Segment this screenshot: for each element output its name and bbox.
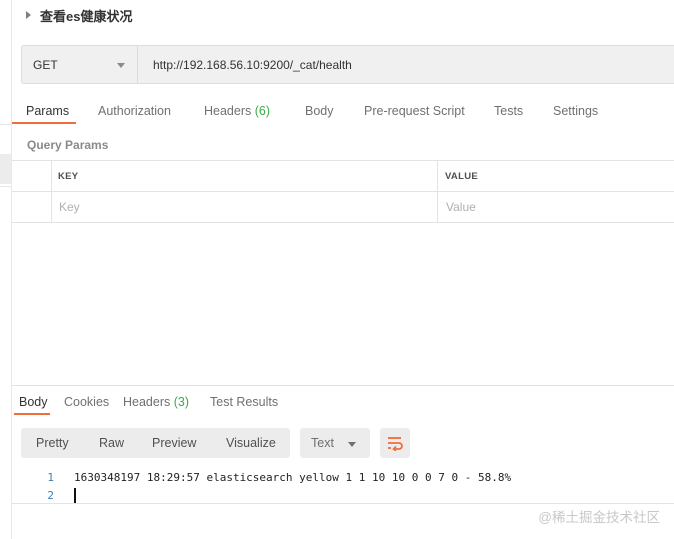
sidebar-divider	[0, 124, 11, 125]
chevron-down-icon	[117, 63, 125, 68]
pane-divider[interactable]	[11, 0, 12, 539]
query-params-label: Query Params	[27, 138, 109, 152]
param-value-input[interactable]: Value	[446, 200, 476, 214]
tab-headers[interactable]: Headers (6)	[204, 104, 270, 118]
active-response-tab-indicator	[14, 413, 50, 415]
format-label: Text	[311, 436, 334, 450]
table-border	[12, 160, 674, 161]
pretty-button[interactable]: Pretty	[36, 436, 69, 450]
request-title: 查看es健康状况	[40, 8, 133, 24]
response-divider[interactable]	[12, 385, 674, 386]
response-tab-body[interactable]: Body	[19, 395, 48, 409]
response-bottom-border	[12, 503, 674, 504]
response-tab-cookies[interactable]: Cookies	[64, 395, 109, 409]
response-tab-test-results[interactable]: Test Results	[210, 395, 278, 409]
url-input[interactable]: http://192.168.56.10:9200/_cat/health	[137, 45, 674, 84]
table-border	[51, 160, 52, 222]
column-header-key: KEY	[58, 171, 79, 182]
url-text: http://192.168.56.10:9200/_cat/health	[153, 57, 352, 72]
table-border	[437, 160, 438, 222]
postman-request-view: 查看es健康状况 GET http://192.168.56.10:9200/_…	[0, 0, 674, 539]
active-tab-indicator	[12, 122, 76, 124]
response-tab-headers-count: (3)	[173, 395, 190, 409]
tab-params[interactable]: Params	[26, 104, 69, 118]
wrap-lines-button[interactable]	[380, 428, 410, 458]
text-cursor	[74, 488, 76, 503]
line-number: 1	[47, 471, 54, 484]
raw-button[interactable]: Raw	[99, 436, 124, 450]
tab-authorization[interactable]: Authorization	[98, 104, 171, 118]
param-key-input[interactable]: Key	[59, 200, 80, 214]
format-select[interactable]: Text	[300, 428, 370, 458]
table-border	[12, 222, 674, 223]
request-header[interactable]: 查看es健康状况	[26, 5, 132, 25]
method-select[interactable]: GET	[21, 45, 137, 84]
sidebar-divider	[0, 186, 11, 187]
chevron-down-icon	[348, 442, 356, 447]
caret-right-icon[interactable]	[26, 11, 31, 19]
column-header-value: VALUE	[445, 171, 478, 182]
wrap-lines-icon	[388, 437, 403, 451]
preview-button[interactable]: Preview	[152, 436, 196, 450]
tab-tests[interactable]: Tests	[494, 104, 523, 118]
tab-settings[interactable]: Settings	[553, 104, 598, 118]
tab-headers-count: (6)	[254, 104, 271, 118]
response-tab-headers-label: Headers	[123, 395, 171, 409]
method-label: GET	[33, 57, 58, 72]
watermark: @稀土掘金技术社区	[538, 510, 660, 525]
tab-prerequest-script[interactable]: Pre-request Script	[364, 104, 465, 118]
sidebar-strip	[0, 0, 11, 539]
tab-body[interactable]: Body	[305, 104, 334, 118]
sidebar-selected-item[interactable]	[0, 154, 11, 184]
view-mode-group: Pretty Raw Preview Visualize	[21, 428, 290, 458]
table-border	[12, 191, 674, 192]
response-body-line[interactable]: 1630348197 18:29:57 elasticsearch yellow…	[74, 471, 511, 484]
visualize-button[interactable]: Visualize	[226, 436, 276, 450]
response-tab-headers[interactable]: Headers (3)	[123, 395, 189, 409]
line-number: 2	[47, 489, 54, 502]
tab-headers-label: Headers	[204, 104, 252, 118]
